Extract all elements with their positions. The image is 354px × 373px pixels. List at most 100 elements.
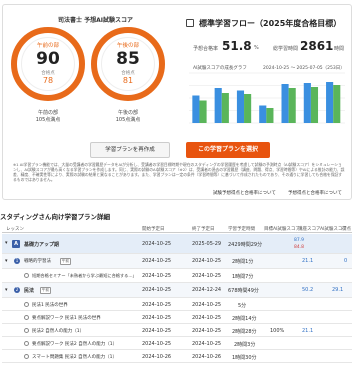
afternoon-score-gauge: 午後の部 85 合格点 81	[91, 27, 165, 101]
row-time: 2時間28分	[232, 329, 257, 335]
table-row[interactable]: 要点解説ワーク 民法1 民法の世界 2024-10-25 2024-10-25 …	[2, 311, 352, 324]
row-time: 2時間14分	[232, 316, 257, 322]
row-end: 2024-10-25	[192, 258, 222, 264]
lesson-status-icon	[24, 341, 29, 346]
table-row[interactable]: ▾ A 基礎力アップ期 2024-10-25 2025-05-29 2429時間…	[2, 234, 352, 254]
chart-bar	[221, 93, 229, 123]
lesson-status-icon	[24, 354, 29, 359]
hours-unit: 時間	[334, 46, 345, 52]
row-name: 民法1 民法の世界	[32, 303, 68, 308]
table-header: レッスン 開始予定日 終了予定日 学習予定時間 目標AI試験スコア 講座スコア …	[2, 224, 352, 233]
chapter-badge: 2	[14, 287, 20, 293]
row-time: 1時間30分	[232, 355, 257, 361]
hours-label: 総学習時間	[273, 46, 299, 52]
collapse-icon[interactable]: ▾	[5, 240, 8, 246]
row-time: 2429時間29分	[228, 242, 263, 248]
table-row[interactable]: スマート問題集 民法2 自然人の能力（1） 2024-10-26 2024-10…	[2, 350, 352, 363]
lesson-status-icon	[24, 273, 29, 278]
row-name: 戦略的学習法	[24, 259, 51, 264]
score-about-link[interactable]: 試験予想得点と合格率について	[213, 190, 276, 196]
row-end: 2024-10-25	[192, 328, 222, 334]
row-points: 29.1	[332, 287, 344, 293]
table-row[interactable]: 要点解説ワーク 民法2 自然人の能力（1） 2024-10-25 2024-10…	[2, 337, 352, 350]
col-time: 学習予定時間	[228, 227, 255, 232]
row-end: 2024-10-26	[192, 354, 222, 360]
chart-bar	[326, 82, 334, 123]
row-name: 基礎力アップ期	[24, 242, 60, 248]
pass-rate-value: 51.8	[222, 39, 252, 53]
chart-bar	[288, 88, 296, 123]
afternoon-max: 午後の部 105点満点	[115, 110, 141, 123]
score-about-link-2[interactable]: 予想得点と合格率について	[288, 190, 342, 196]
chart-bar	[303, 83, 311, 123]
hours-value: 2861	[300, 39, 334, 53]
chart-bar	[259, 105, 267, 123]
row-score-a: 87.9	[294, 238, 305, 243]
row-points: 0	[344, 258, 348, 264]
row-end: 2024-10-25	[192, 273, 222, 279]
collapse-icon[interactable]: ▾	[5, 258, 8, 264]
row-name: 短期合格セミナー「未熟者から学ぶ最短に合格する…」	[32, 273, 137, 278]
table-row[interactable]: 民法2 自然人の能力（1） 2024-10-25 2024-10-25 2時間2…	[2, 324, 352, 337]
lesson-status-icon	[24, 315, 29, 320]
table-row[interactable]: 短期合格セミナー「未熟者から学ぶ最短に合格する…」 2024-10-25 202…	[2, 269, 352, 283]
row-name: 要点解説ワーク 民法1 民法の世界	[32, 316, 101, 321]
chart-bar	[333, 85, 341, 123]
plan-summary-card: 司法書士 予想AI試験スコア 午前の部 90 合格点 78 午前の部 105点満…	[2, 4, 352, 200]
row-time: 1時間7分	[232, 274, 254, 280]
recreate-plan-button[interactable]: 学習プランを再作成	[90, 142, 170, 158]
col-pt: 得点	[342, 227, 351, 232]
chapter-badge: 1	[14, 258, 20, 264]
chart-bar	[244, 94, 252, 123]
row-ai-score: 50.2	[302, 287, 314, 293]
col-start: 開始予定日	[142, 227, 165, 232]
afternoon-label: 午後の部	[116, 43, 139, 49]
chart-bar	[214, 88, 222, 123]
row-time: 2時間3分	[234, 342, 256, 348]
row-ai-percent: 100%	[270, 328, 285, 334]
chart-bar	[236, 90, 245, 123]
row-start: 2024-10-25	[142, 273, 172, 279]
morning-label: 午前の部	[36, 43, 59, 49]
row-start: 2024-10-25	[142, 328, 172, 334]
row-start: 2024-10-25	[142, 287, 172, 293]
row-end: 2024-10-25	[192, 341, 222, 347]
plan-title: 標準学習フロー（2025年度合格目標）	[199, 19, 342, 28]
row-name: 要点解説ワーク 民法2 自然人の能力（1）	[32, 342, 118, 347]
row-ai-score: 21.1	[302, 258, 314, 264]
table-title: スタディングさん向け学習プラン詳細	[0, 213, 111, 221]
col-lesson: レッスン	[6, 227, 24, 232]
pass-rate-label: 予想合格率	[193, 46, 219, 52]
row-end: 2024-12-24	[192, 287, 222, 293]
row-name: 民法	[24, 288, 35, 294]
row-end: 2024-10-25	[192, 302, 222, 308]
row-end: 2025-05-29	[192, 241, 222, 247]
table-row[interactable]: ▾ 2 民法 午前 2024-10-25 2024-12-24 678時間49分…	[2, 283, 352, 298]
row-start: 2024-10-25	[142, 241, 172, 247]
row-start: 2024-10-25	[142, 302, 172, 308]
col-end: 終了予定日	[192, 227, 215, 232]
chart-bar	[266, 108, 274, 123]
calendar-icon	[186, 19, 194, 27]
score-growth-chart	[189, 72, 345, 124]
table-row[interactable]: 民法1 民法の世界 2024-10-25 2024-10-25 5分	[2, 298, 352, 311]
row-time: 678時間49分	[228, 288, 259, 294]
afternoon-pass-value: 81	[122, 76, 134, 85]
collapse-icon[interactable]: ▾	[5, 287, 8, 293]
row-start: 2024-10-26	[142, 354, 172, 360]
row-start: 2024-10-25	[142, 315, 172, 321]
score-title: 司法書士 予想AI試験スコア	[58, 17, 133, 24]
choose-plan-button[interactable]: この学習プランを選択	[186, 142, 270, 158]
table-row[interactable]: ▾ 1 戦略的学習法 午前 2024-10-25 2024-10-25 2時間1…	[2, 254, 352, 269]
row-tag: 午前	[60, 258, 71, 265]
chart-bar	[192, 95, 200, 123]
row-name: スマート問題集 民法2 自然人の能力（1）	[32, 355, 117, 360]
row-ai-score: 21.1	[302, 328, 314, 334]
morning-score-gauge: 午前の部 90 合格点 78	[11, 27, 85, 101]
morning-pass-value: 78	[42, 76, 54, 85]
chart-bar	[281, 84, 289, 123]
chart-bar	[310, 87, 319, 123]
row-name: 民法2 自然人の能力（1）	[32, 329, 85, 334]
disclaimer-note: ※1 AI学習プラン機能では、大量の受講者の学習履歴データをAIが分析し、受講者…	[13, 162, 345, 182]
morning-score: 90	[36, 49, 60, 69]
